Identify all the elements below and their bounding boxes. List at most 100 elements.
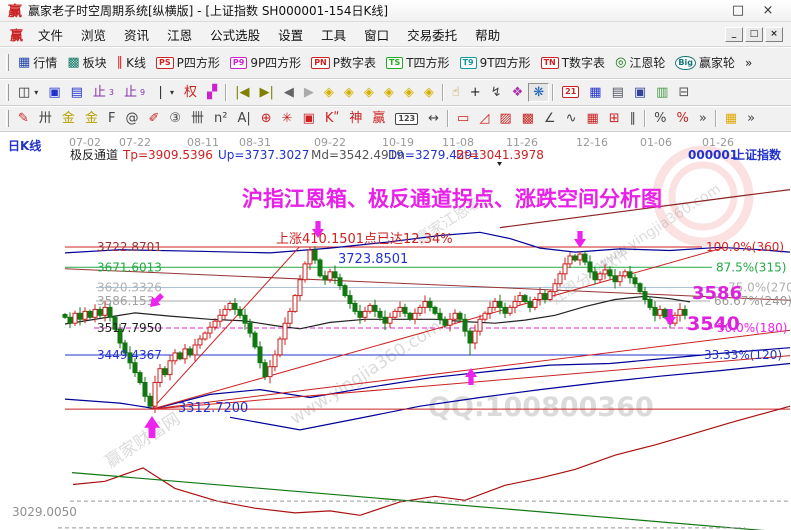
filter-b-button[interactable]: ❋ bbox=[528, 83, 549, 102]
expand-all-button[interactable]: ◈ bbox=[399, 83, 419, 102]
bars-3-button[interactable]: 止3 bbox=[88, 83, 119, 102]
calculator-button[interactable]: ▦ bbox=[584, 83, 606, 102]
menu-item-浏览[interactable]: 浏览 bbox=[72, 23, 115, 46]
golden-section-button[interactable]: 金 bbox=[57, 109, 80, 128]
zoom-in-left-button[interactable]: ◈ bbox=[339, 83, 359, 102]
tb2-grip[interactable] bbox=[6, 84, 9, 101]
main-chart[interactable]: 赢家财富网www.yingjia360.com赢家江恩软件江恩分析软件www.y… bbox=[0, 132, 791, 530]
brush-tool-button[interactable]: ✐ bbox=[143, 109, 164, 128]
menu-item-交易委托[interactable]: 交易委托 bbox=[398, 23, 466, 46]
compress-all-button[interactable]: ◈ bbox=[419, 83, 439, 102]
kline-style-button[interactable]: ◫▾ bbox=[13, 83, 43, 102]
zoom-out-left-button[interactable]: ◈ bbox=[319, 83, 339, 102]
percent-lines-button[interactable]: % bbox=[672, 109, 694, 128]
page-next-button[interactable]: ▶ bbox=[299, 83, 319, 102]
menu-item-工具[interactable]: 工具 bbox=[312, 23, 355, 46]
candle-body bbox=[463, 319, 467, 331]
maximize-button[interactable]: □ bbox=[723, 3, 753, 18]
text-tool-button[interactable]: A| bbox=[232, 109, 255, 128]
network-view-button[interactable]: ▣ bbox=[43, 83, 65, 102]
pen-tool-button[interactable]: ✎ bbox=[13, 109, 34, 128]
t-number-table-button[interactable]: TNT数字表 bbox=[536, 51, 611, 74]
more-draw-button[interactable]: » bbox=[694, 109, 712, 128]
winner-wheel-button[interactable]: Big赢家轮 bbox=[670, 51, 740, 74]
p-square-button[interactable]: PSP四方形 bbox=[151, 51, 225, 74]
gann-wheel-button[interactable]: ◎江恩轮 bbox=[610, 51, 670, 74]
thin-candle-button[interactable]: ❘▾ bbox=[150, 83, 179, 102]
wave-tool-button[interactable]: ∿ bbox=[561, 109, 582, 128]
close-button[interactable]: × bbox=[753, 3, 783, 18]
n-square-button[interactable]: n² bbox=[209, 109, 232, 128]
gann-line2-button[interactable]: 卌 bbox=[186, 109, 209, 128]
color-histogram-button[interactable]: ▞ bbox=[202, 83, 222, 102]
page-prev-button[interactable]: ◀ bbox=[279, 83, 299, 102]
mdi-minimize-button[interactable]: _ bbox=[725, 27, 743, 42]
k-mark-button[interactable]: Kʺ bbox=[320, 109, 345, 128]
percent-tool-button[interactable]: % bbox=[649, 109, 671, 128]
toolbar-overflow-button[interactable]: » bbox=[740, 53, 757, 73]
kline-button[interactable]: ∥K线 bbox=[112, 51, 151, 74]
more-grid-button[interactable]: » bbox=[742, 109, 760, 128]
menu-item-江恩[interactable]: 江恩 bbox=[158, 23, 201, 46]
win-lines-button[interactable]: 赢 bbox=[367, 109, 390, 128]
compress-horizontal-button[interactable]: ◈ bbox=[379, 83, 399, 102]
sectors-button[interactable]: ▩板块 bbox=[62, 51, 111, 74]
ruler-tool-button[interactable]: 123 bbox=[390, 110, 423, 128]
first-page-button[interactable]: |◀ bbox=[230, 83, 254, 102]
mdi-restore-button[interactable]: □ bbox=[745, 27, 763, 42]
chart-annotation: 3723.8501 bbox=[338, 252, 408, 267]
golden-box-button[interactable]: 金 bbox=[80, 109, 103, 128]
grid-box-button[interactable]: ⊞ bbox=[604, 109, 625, 128]
angle-tool-button[interactable]: ∠ bbox=[539, 109, 561, 128]
spiral-tool-button[interactable]: @ bbox=[120, 109, 143, 128]
last-page-button[interactable]: ▶| bbox=[254, 83, 278, 102]
print-button[interactable]: ⊟ bbox=[673, 83, 694, 102]
circle-cycle-button[interactable]: ③ bbox=[164, 109, 186, 128]
gann-box-button[interactable]: ▨ bbox=[494, 109, 516, 128]
candle-body bbox=[518, 296, 522, 302]
line-pick-button[interactable]: ↯ bbox=[486, 83, 507, 102]
box-tool-button[interactable]: ▭ bbox=[452, 109, 474, 128]
menu-item-文件[interactable]: 文件 bbox=[29, 23, 72, 46]
calendar-button[interactable]: 21 bbox=[557, 83, 584, 101]
star-circle-button[interactable]: ✳ bbox=[277, 109, 298, 128]
tb3-grip[interactable] bbox=[6, 110, 9, 127]
t-square-button[interactable]: TST四方形 bbox=[381, 51, 455, 74]
candle-body bbox=[218, 315, 222, 321]
gann-fan-button[interactable]: ◿ bbox=[474, 109, 494, 128]
quotes-button[interactable]: ▦行情 bbox=[13, 51, 62, 74]
toolbar-overflow-label: » bbox=[745, 56, 752, 70]
circle-cross-button[interactable]: ⊕ bbox=[256, 109, 277, 128]
menu-item-窗口[interactable]: 窗口 bbox=[355, 23, 398, 46]
crosshair-icon: + bbox=[470, 86, 481, 99]
square-cross-button[interactable]: ▣ bbox=[298, 109, 320, 128]
menu-item-资讯[interactable]: 资讯 bbox=[115, 23, 158, 46]
9p-square-button[interactable]: P99P四方形 bbox=[225, 51, 306, 74]
menu-item-帮助[interactable]: 帮助 bbox=[466, 23, 509, 46]
filter-a-button[interactable]: ❖ bbox=[507, 83, 529, 102]
info-doc-button[interactable]: ▤ bbox=[66, 83, 88, 102]
save-button[interactable]: ▣ bbox=[629, 83, 651, 102]
menu-item-公式选股[interactable]: 公式选股 bbox=[201, 23, 269, 46]
gann-square-button[interactable]: ▩ bbox=[517, 109, 539, 128]
grid-yellow-button[interactable]: ▦ bbox=[720, 109, 742, 128]
bars-9-button[interactable]: 止9 bbox=[119, 83, 150, 102]
fibo-lines-button[interactable]: F bbox=[103, 109, 120, 128]
gann-line-button[interactable]: 卅 bbox=[34, 109, 57, 128]
menu-item-设置[interactable]: 设置 bbox=[269, 23, 312, 46]
expand-horizontal-button[interactable]: ◈ bbox=[359, 83, 379, 102]
parallel-lines-button[interactable]: ∥ bbox=[625, 109, 642, 128]
mdi-close-button[interactable]: × bbox=[765, 27, 783, 42]
9t-square-button[interactable]: T99T四方形 bbox=[455, 51, 536, 74]
copy-chart-button[interactable]: ▥ bbox=[651, 83, 673, 102]
candle-body bbox=[138, 373, 142, 383]
p-number-table-button[interactable]: PNP数字表 bbox=[306, 51, 381, 74]
notes-button[interactable]: ▤ bbox=[607, 83, 629, 102]
restore-rights-button[interactable]: 权 bbox=[179, 83, 202, 102]
shen-lines-button[interactable]: 神 bbox=[344, 109, 367, 128]
measure-tool-button[interactable]: ↔ bbox=[423, 109, 444, 128]
tb1-grip[interactable] bbox=[6, 54, 9, 71]
crosshair-button[interactable]: + bbox=[465, 83, 486, 102]
grid-red-button[interactable]: ▦ bbox=[581, 109, 603, 128]
pan-hand-button[interactable]: ☝ bbox=[447, 83, 465, 102]
